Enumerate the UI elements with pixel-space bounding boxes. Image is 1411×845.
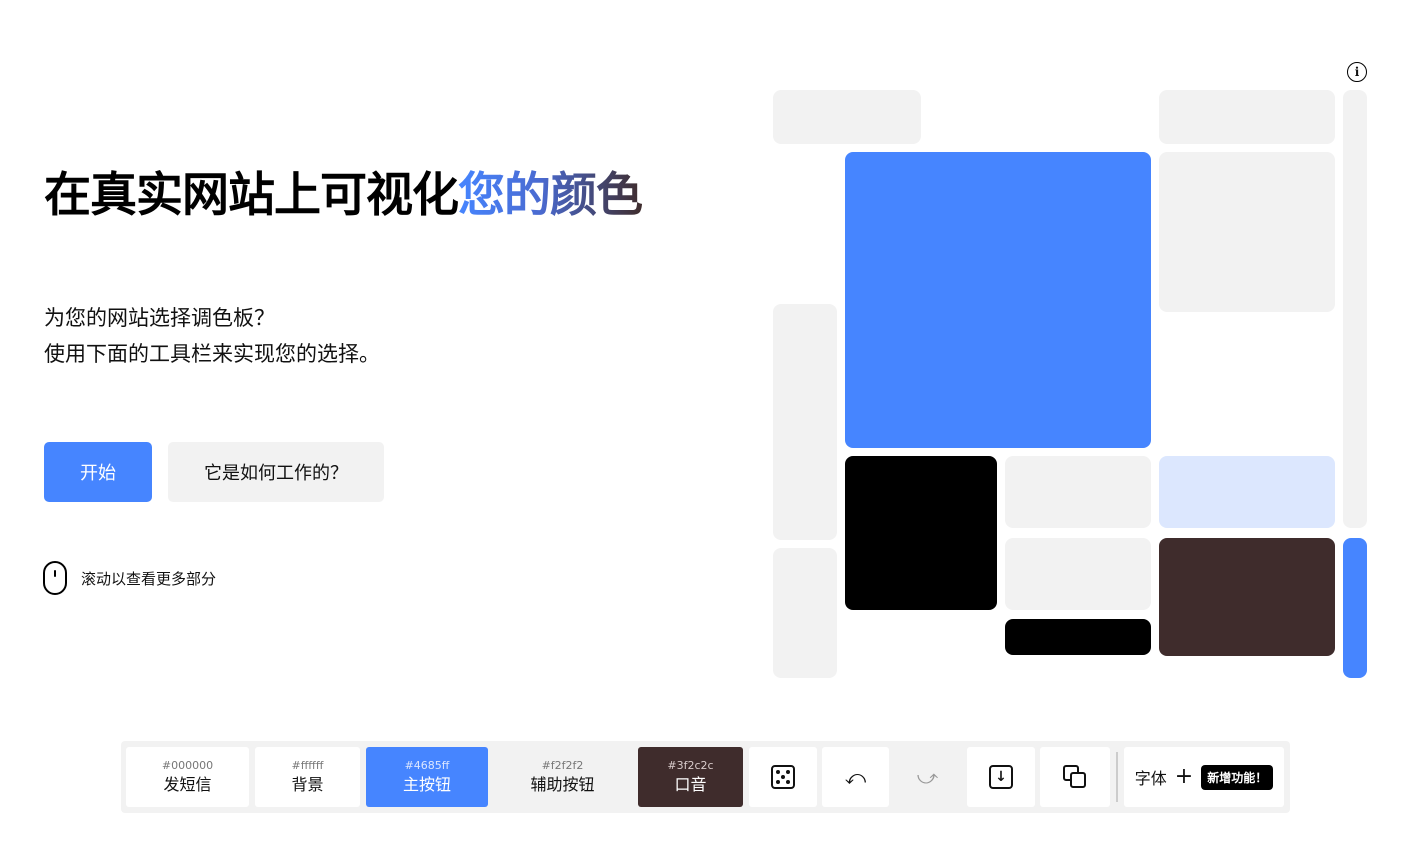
font-label: 字体	[1134, 769, 1167, 788]
preview-block-text-bar	[1005, 619, 1151, 655]
preview-block-top-left	[773, 90, 921, 144]
undo-button[interactable]: ⤺	[822, 747, 889, 807]
preview-block-top-right	[1159, 90, 1335, 144]
swatch-hex: #000000	[161, 759, 214, 772]
preview-block-primary-bar	[1343, 538, 1367, 678]
start-button[interactable]: 开始	[44, 442, 152, 502]
swatch-hex: #4685ff	[404, 759, 450, 772]
subtitle-line-1: 为您的网站选择调色板？	[44, 306, 275, 330]
swatch-hex: #3f2c2c	[667, 759, 714, 772]
undo-icon: ⤺	[844, 765, 867, 789]
redo-button[interactable]: ⤻	[894, 747, 961, 807]
swatch-hex: #ffffff	[291, 759, 324, 772]
swatch-hex: #f2f2f2	[541, 759, 584, 772]
preview-block-primary-large	[845, 152, 1151, 448]
preview-block-accent	[1159, 538, 1335, 656]
scroll-hint: 滚动以查看更多部分	[43, 561, 216, 595]
new-feature-badge: 新增功能！	[1201, 764, 1274, 790]
randomize-button[interactable]	[749, 747, 817, 807]
preview-block-right-medium	[1159, 152, 1335, 312]
subtitle: 为您的网站选择调色板？ 使用下面的工具栏来实现您的选择。	[44, 300, 380, 372]
color-swatch-secondary[interactable]: #f2f2f2 辅助按钮	[494, 747, 631, 807]
mouse-scroll-icon	[43, 561, 67, 595]
copy-icon	[1063, 765, 1087, 789]
download-button[interactable]: ↓	[967, 747, 1035, 807]
preview-block-left-bottom	[773, 548, 837, 678]
swatch-label: 口音	[674, 775, 707, 794]
preview-block-text-black	[845, 456, 997, 610]
color-swatch-primary[interactable]: #4685ff 主按钮	[366, 747, 488, 807]
preview-block-secondary-1	[1005, 456, 1151, 528]
swatch-label: 主按钮	[402, 775, 451, 794]
preview-block-secondary-2	[1005, 538, 1151, 610]
download-icon: ↓	[989, 765, 1013, 789]
dice-icon	[771, 765, 795, 789]
page-title: 在真实网站上可视化您的颜色	[44, 166, 643, 226]
color-toolbar: #000000 发短信 #ffffff 背景 #4685ff 主按钮 #f2f2…	[121, 741, 1290, 813]
preview-block-right-column	[1343, 90, 1367, 528]
preview-block-left-tall	[773, 304, 837, 540]
swatch-label: 辅助按钮	[530, 775, 595, 794]
font-button[interactable]: 字体 + 新增功能！	[1124, 747, 1284, 807]
color-swatch-accent[interactable]: #3f2c2c 口音	[638, 747, 743, 807]
title-main: 在真实网站上可视化	[44, 168, 459, 223]
copy-button[interactable]	[1040, 747, 1110, 807]
preview-block-primary-light	[1159, 456, 1335, 528]
how-it-works-button[interactable]: 它是如何工作的？	[168, 442, 384, 502]
redo-icon: ⤻	[916, 765, 939, 789]
color-swatch-background[interactable]: #ffffff 背景	[255, 747, 360, 807]
info-icon[interactable]: i	[1347, 62, 1367, 82]
scroll-hint-text: 滚动以查看更多部分	[81, 569, 217, 588]
plus-icon: +	[1174, 764, 1194, 789]
subtitle-line-2: 使用下面的工具栏来实现您的选择。	[44, 342, 380, 366]
toolbar-divider	[1116, 752, 1118, 802]
swatch-label: 背景	[291, 775, 324, 794]
swatch-label: 发短信	[163, 775, 212, 794]
title-accent: 您的颜色	[458, 168, 643, 223]
color-swatch-text[interactable]: #000000 发短信	[126, 747, 249, 807]
